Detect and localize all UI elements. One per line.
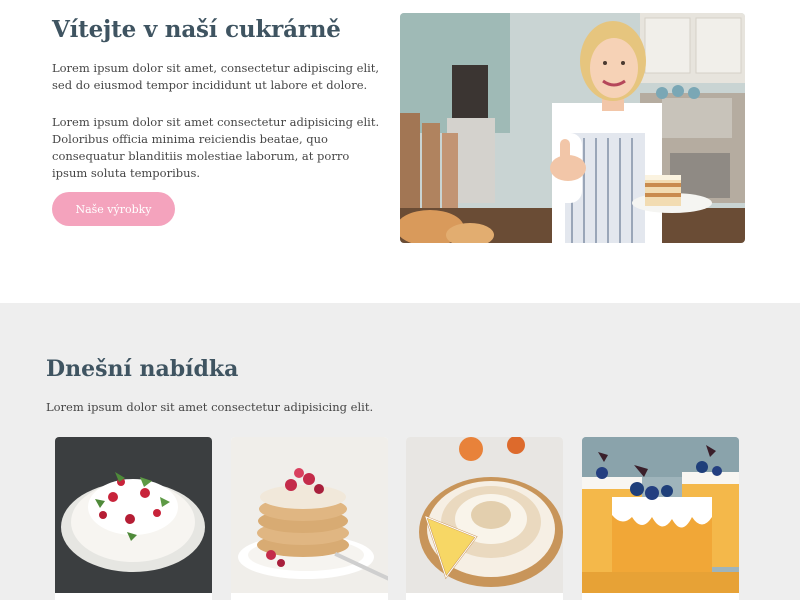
hero-paragraph-1: Lorem ipsum dolor sit amet, consectetur … xyxy=(52,61,380,92)
product-card-blueberry-cake[interactable] xyxy=(582,437,739,600)
hero-title: Vítejte v naší cukrárně xyxy=(52,16,341,43)
our-products-button[interactable]: Naše výrobky xyxy=(52,192,175,226)
product-card-pancakes[interactable] xyxy=(231,437,388,600)
hero-section: Vítejte v naší cukrárně Lorem ipsum dolo… xyxy=(0,0,800,303)
baker-photo xyxy=(400,13,745,243)
meringue-pie-photo xyxy=(406,437,563,593)
blueberry-cake-photo xyxy=(582,437,739,593)
pavlova-photo xyxy=(55,437,212,593)
todays-offer-section: Dnešní nabídka Lorem ipsum dolor sit ame… xyxy=(0,303,800,600)
product-card-pavlova[interactable] xyxy=(55,437,212,600)
product-card-meringue-pie[interactable] xyxy=(406,437,563,600)
page: Vítejte v naší cukrárně Lorem ipsum dolo… xyxy=(0,0,800,600)
hero-paragraph-2: Lorem ipsum dolor sit amet consectetur a… xyxy=(52,115,380,180)
offer-lead: Lorem ipsum dolor sit amet consectetur a… xyxy=(46,400,374,414)
offer-title: Dnešní nabídka xyxy=(46,356,239,382)
pancakes-photo xyxy=(231,437,388,593)
